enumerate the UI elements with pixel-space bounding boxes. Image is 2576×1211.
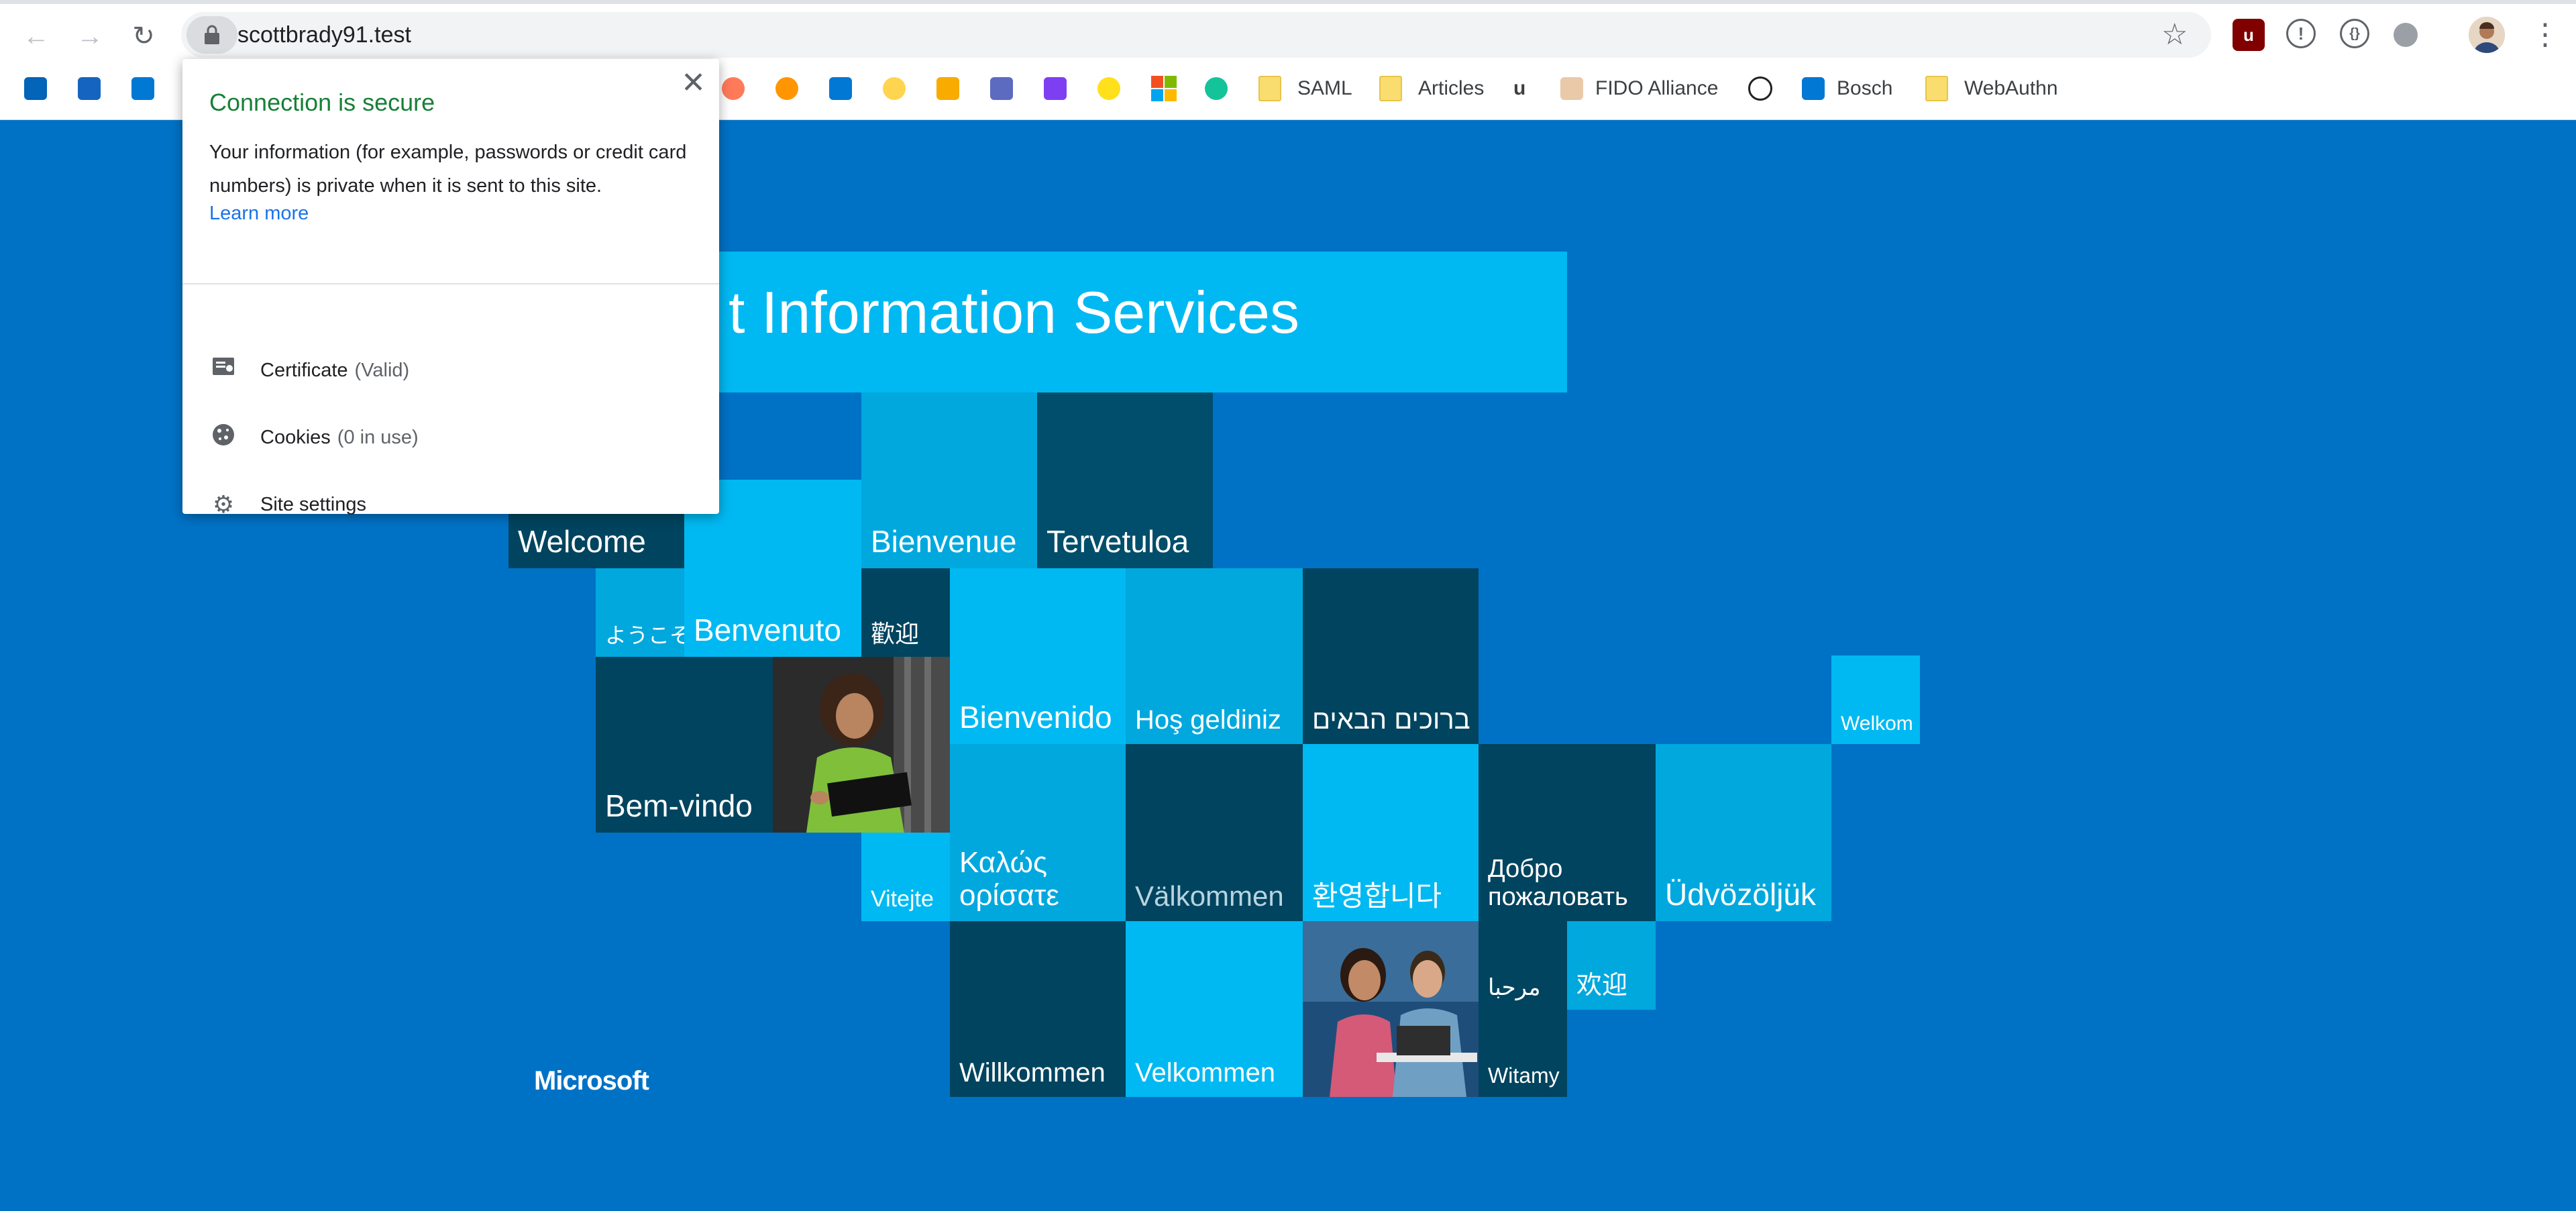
tile-vitejte: Vitejte: [861, 833, 950, 921]
grammarly-bookmark-icon[interactable]: [1205, 70, 1228, 107]
kebab-menu-icon[interactable]: ⋮: [2530, 16, 2560, 54]
certificate-label: Certificate: [260, 359, 348, 381]
bookmark-folder-articles[interactable]: Articles: [1379, 70, 1484, 107]
connection-description: Your information (for example, passwords…: [209, 142, 687, 197]
cookies-status: (0 in use): [337, 426, 419, 448]
gear-icon: ⚙: [212, 490, 235, 518]
certificate-icon: [209, 356, 237, 385]
bookmark-label: SAML: [1297, 77, 1352, 99]
microsoft-logo-text: Microsoft: [534, 1066, 649, 1096]
ublock-extension-icon[interactable]: u: [2233, 19, 2265, 51]
azure-bookmark-icon[interactable]: [829, 70, 852, 107]
folder-icon: [1258, 76, 1281, 101]
tile-korean: 환영합니다: [1303, 744, 1479, 921]
tile-velkommen: Velkommen: [1126, 921, 1303, 1097]
tile-hebrew: ברוכים הבאים: [1303, 568, 1479, 744]
bookmark-label: WebAuthn: [1964, 77, 2058, 99]
site-info-popup: ✕ Connection is secure Your information …: [182, 59, 719, 518]
tile-tervetuloa: Tervetuloa: [1037, 392, 1213, 568]
cookies-row[interactable]: Cookies (0 in use): [209, 417, 419, 458]
certificate-row[interactable]: Certificate (Valid): [209, 350, 409, 390]
bookmark-bosch[interactable]: Bosch: [1802, 70, 1892, 107]
bookmark-label: FIDO Alliance: [1595, 77, 1719, 99]
tile-udvozoljuk: Üdvözöljük: [1656, 744, 1831, 921]
tile-valkommen: Välkommen: [1126, 744, 1303, 921]
tile-russian: Добро пожаловать: [1479, 744, 1656, 921]
folder-icon: [1379, 76, 1402, 101]
tile-bienvenue: Bienvenue: [861, 392, 1037, 568]
folder-icon: [1925, 76, 1948, 101]
tile-kanying: 歡迎: [861, 568, 950, 657]
bookmark-folder-saml[interactable]: SAML: [1258, 70, 1352, 107]
bookmark-folder-webauthn[interactable]: WebAuthn: [1925, 70, 2058, 107]
cookies-label: Cookies: [260, 426, 331, 448]
office-bookmark-icon[interactable]: [78, 70, 101, 107]
mailchimp-bookmark-icon[interactable]: [1097, 70, 1120, 107]
site-settings-row[interactable]: ⚙ Site settings: [209, 484, 366, 525]
bookmark-star-icon[interactable]: ☆: [2161, 17, 2188, 52]
tile-marhaba: مرحبا: [1479, 921, 1567, 1010]
tile-bienvenido: Bienvenido: [950, 568, 1126, 744]
forward-icon[interactable]: →: [70, 16, 110, 56]
cookie-icon: [209, 423, 237, 453]
analytics-bookmark-icon[interactable]: [936, 70, 959, 107]
outlook-bookmark-icon[interactable]: [24, 70, 47, 107]
back-icon[interactable]: ←: [16, 16, 56, 56]
extension-circle-icon[interactable]: [2394, 23, 2418, 47]
tab-strip-edge: [0, 0, 2576, 4]
bookmark-label: Bosch: [1837, 77, 1893, 99]
lock-icon[interactable]: [186, 16, 237, 54]
tile-greek: Καλώς ορίσατε: [950, 744, 1126, 921]
microsoft-bookmark-icon[interactable]: [1151, 70, 1177, 107]
tile-witamy: Witamy: [1479, 1010, 1567, 1097]
azure-devops-icon: [1802, 77, 1825, 100]
network-bookmark-icon[interactable]: [990, 70, 1013, 107]
bookmark-label: Articles: [1418, 77, 1485, 99]
divider: [182, 283, 719, 284]
compass-bookmark-icon[interactable]: [1748, 70, 1772, 107]
hubspot-bookmark-icon[interactable]: [722, 70, 745, 107]
tile-huanying: 欢迎: [1567, 921, 1656, 1010]
tile-youkoso: ようこそ: [596, 568, 691, 657]
profile-avatar[interactable]: [2469, 17, 2505, 53]
percent-bookmark-icon[interactable]: [883, 70, 906, 107]
azure-devops-bookmark-icon[interactable]: [131, 70, 154, 107]
connection-status-title: Connection is secure: [209, 89, 435, 116]
site-settings-label: Site settings: [260, 493, 366, 515]
learn-more-link[interactable]: Learn more: [209, 203, 309, 225]
reload-icon[interactable]: ↻: [123, 16, 164, 56]
fido-icon: [1560, 77, 1583, 100]
purple-bookmark-icon[interactable]: [1044, 70, 1067, 107]
password-manager-extension-icon[interactable]: !: [2286, 19, 2316, 48]
banner-title: t Information Services: [729, 279, 1299, 346]
bookmark-fido-alliance[interactable]: FIDO Alliance: [1560, 70, 1718, 107]
photo-woman-laptop: [773, 657, 950, 833]
url-text[interactable]: scottbrady91.test: [237, 20, 411, 50]
tile-benvenuto: Benvenuto: [684, 568, 861, 657]
tile-welkom: Welkom: [1831, 655, 1920, 744]
photo-two-people-laptop: [1303, 921, 1479, 1097]
close-icon[interactable]: ✕: [681, 68, 706, 98]
tile-bem-vindo: Bem-vindo: [596, 657, 773, 833]
address-bar[interactable]: [181, 12, 2211, 58]
firefox-bookmark-icon[interactable]: [775, 70, 798, 107]
tile-hos-geldiniz: Hoş geldiniz: [1126, 568, 1303, 744]
certificate-status: (Valid): [354, 359, 410, 381]
u-bookmark-icon[interactable]: u: [1513, 70, 1525, 107]
json-extension-icon[interactable]: {}: [2340, 19, 2369, 48]
tile-willkommen: Willkommen: [950, 921, 1126, 1097]
